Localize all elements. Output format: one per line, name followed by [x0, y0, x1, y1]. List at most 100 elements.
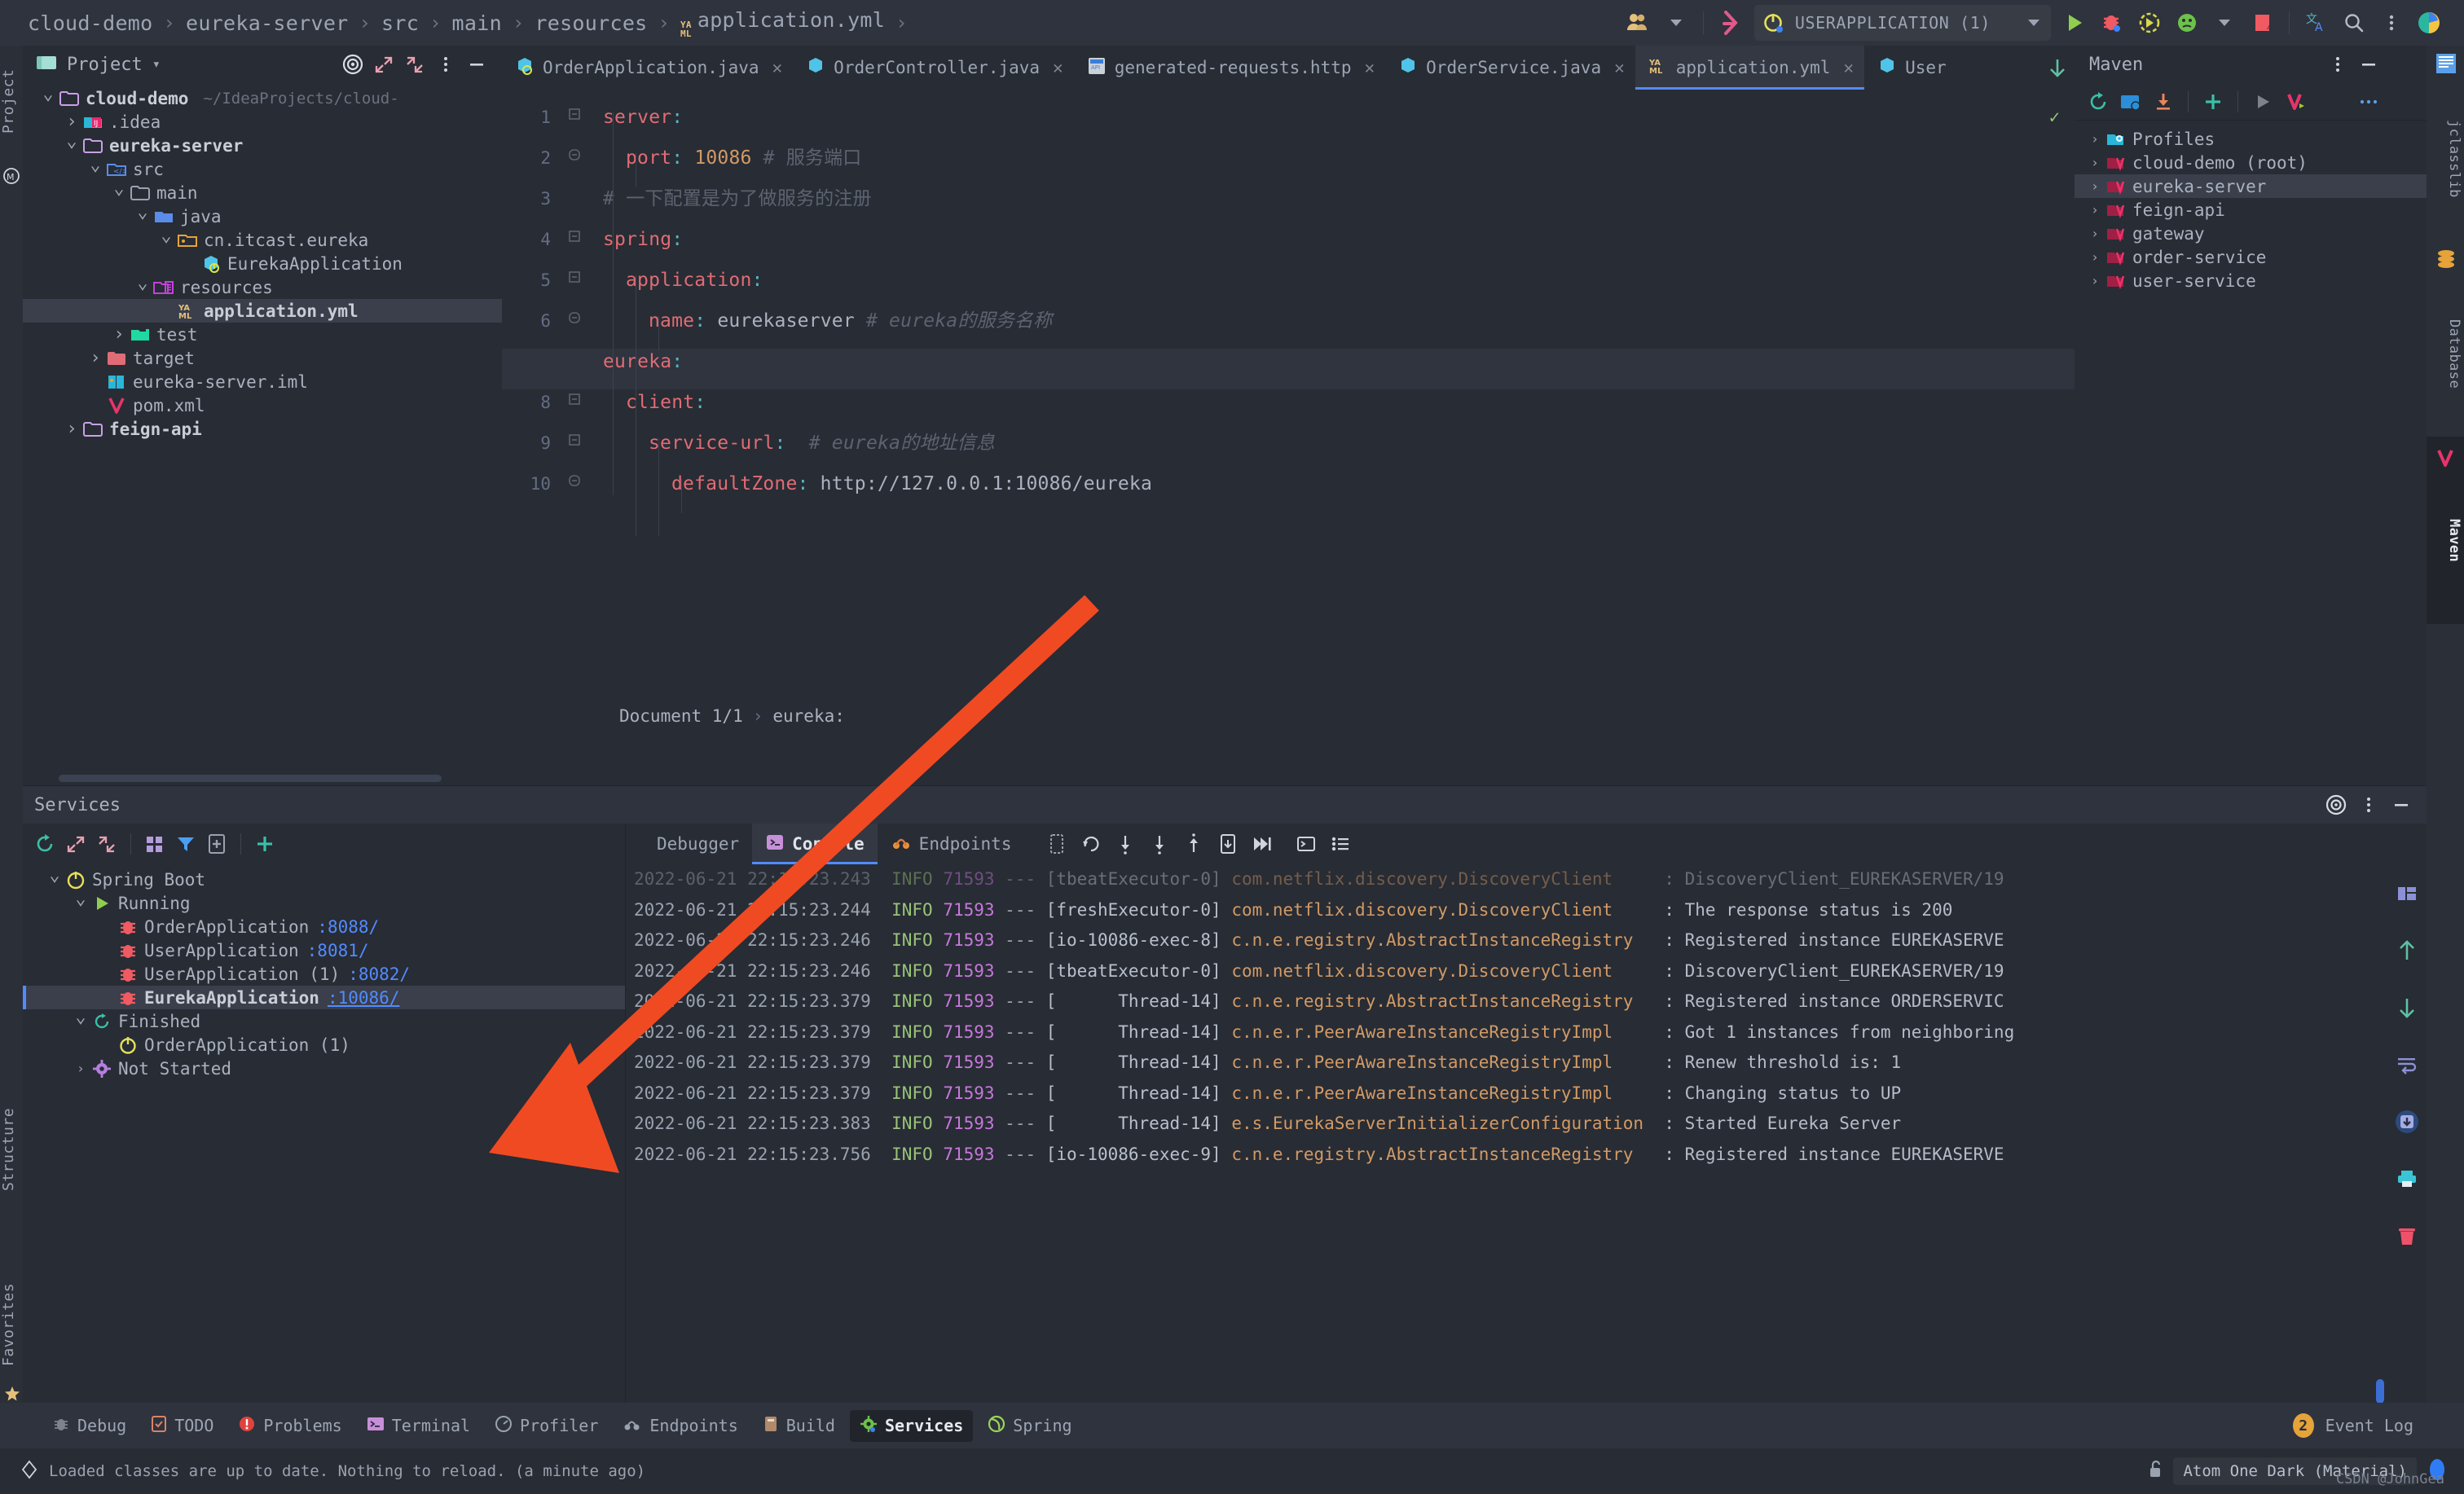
- left-strip-structure-label[interactable]: Structure: [0, 1088, 23, 1211]
- console-toggle-icon[interactable]: [1290, 828, 1322, 860]
- layout-icon[interactable]: [2391, 877, 2423, 910]
- service-port-link[interactable]: :10086/: [328, 988, 400, 1008]
- maven-tree-row-1[interactable]: › cloud-demo (root): [2075, 151, 2427, 174]
- translate-icon[interactable]: 文A: [2298, 4, 2335, 42]
- expand-icon[interactable]: [62, 830, 90, 858]
- down-arrow-icon[interactable]: [2391, 991, 2423, 1024]
- tree-twisty[interactable]: ⌄: [70, 889, 91, 909]
- scroll-to-end-icon[interactable]: [2391, 1105, 2423, 1138]
- settings-icon[interactable]: [2322, 791, 2350, 819]
- tool-window-button-build[interactable]: Build: [753, 1410, 845, 1442]
- minimize-icon[interactable]: [2355, 51, 2383, 78]
- right-strip-maven-label[interactable]: Maven: [2428, 476, 2462, 606]
- service-row-2[interactable]: OrderApplication:8088/: [23, 915, 625, 938]
- tree-twisty[interactable]: ›: [61, 419, 82, 439]
- minimize-icon[interactable]: [2387, 791, 2415, 819]
- right-strip-jclasslib-label[interactable]: jclasslib: [2428, 81, 2462, 236]
- close-icon[interactable]: ✕: [1843, 58, 1854, 77]
- tool-window-button-profiler[interactable]: Profiler: [485, 1410, 608, 1442]
- resume-icon[interactable]: [1246, 828, 1278, 860]
- close-icon[interactable]: ✕: [1365, 58, 1375, 77]
- tree-twisty[interactable]: ⌄: [132, 273, 153, 293]
- up-arrow-icon[interactable]: [2391, 934, 2423, 967]
- trash-icon[interactable]: [2391, 1219, 2423, 1252]
- fold-marker-1[interactable]: [567, 107, 582, 121]
- tree-twisty[interactable]: ›: [2084, 178, 2105, 194]
- more-icon[interactable]: [432, 51, 460, 78]
- expand-icon[interactable]: [370, 51, 398, 78]
- minimize-icon[interactable]: [463, 51, 491, 78]
- breadcrumb-item-3[interactable]: main: [452, 11, 502, 35]
- users-icon[interactable]: [1620, 4, 1657, 42]
- tool-window-button-debug[interactable]: Debug: [42, 1410, 136, 1442]
- breadcrumb-item-2[interactable]: src: [381, 11, 419, 35]
- editor-gutter[interactable]: 12345678910: [502, 90, 603, 733]
- console-vertical-scrollbar[interactable]: [2376, 1379, 2384, 1404]
- project-tree-row-9[interactable]: YA ML application.yml: [23, 299, 502, 323]
- tree-twisty[interactable]: ›: [2084, 155, 2105, 170]
- project-tree-row-4[interactable]: ⌄ main: [23, 178, 502, 204]
- close-icon[interactable]: ✕: [772, 58, 783, 77]
- step-down-icon[interactable]: [1109, 828, 1142, 860]
- more-icon[interactable]: [2373, 4, 2410, 42]
- soft-wrap-icon[interactable]: [2391, 1048, 2423, 1081]
- maven-tree-row-0[interactable]: › Profiles: [2075, 127, 2427, 151]
- service-port-link[interactable]: :8088/: [317, 917, 379, 937]
- target-icon[interactable]: [339, 51, 367, 78]
- tree-twisty[interactable]: ⌄: [37, 84, 59, 104]
- service-port-link[interactable]: :8082/: [348, 965, 410, 984]
- collapse-icon[interactable]: [401, 51, 429, 78]
- project-tree-row-13[interactable]: pom.xml: [23, 393, 502, 417]
- close-icon[interactable]: ✕: [1053, 58, 1063, 77]
- tree-twisty[interactable]: ›: [2084, 202, 2105, 218]
- project-tree-row-11[interactable]: › target: [23, 346, 502, 370]
- rerun-icon[interactable]: [31, 830, 59, 858]
- tool-window-button-services[interactable]: Services: [849, 1409, 974, 1442]
- project-tree-row-10[interactable]: › test: [23, 323, 502, 346]
- editor-tab-5[interactable]: User: [1864, 46, 1957, 90]
- run-with-coverage-icon[interactable]: [2131, 4, 2168, 42]
- tree-twisty[interactable]: ⌄: [44, 865, 65, 885]
- download-sources-icon[interactable]: [2149, 88, 2177, 116]
- chevron-down-icon[interactable]: [2206, 4, 2243, 42]
- console-tab-1[interactable]: Console: [752, 824, 878, 864]
- breadcrumb-item-1[interactable]: eureka-server: [186, 11, 349, 35]
- service-row-8[interactable]: › Not Started: [23, 1057, 625, 1080]
- service-port-link[interactable]: :8081/: [307, 941, 369, 960]
- run-icon[interactable]: [2056, 4, 2093, 42]
- tree-twisty[interactable]: ›: [2084, 131, 2105, 147]
- tree-twisty[interactable]: ›: [2084, 226, 2105, 241]
- fold-marker-9[interactable]: [567, 433, 582, 447]
- left-strip-project-label[interactable]: Project: [0, 52, 23, 150]
- git-branch-icon[interactable]: [1712, 4, 1749, 42]
- tree-twisty[interactable]: ⌄: [85, 155, 106, 175]
- maven-tree-row-4[interactable]: › gateway: [2075, 222, 2427, 245]
- console-output[interactable]: 2022-06-21 22:15:23.243 INFO 71593 --- […: [626, 864, 2387, 1397]
- project-tree-row-2[interactable]: ⌄ eureka-server: [23, 131, 502, 157]
- add-icon[interactable]: [2199, 88, 2227, 116]
- run-configuration-selector[interactable]: USERAPPLICATION (1): [1753, 5, 2051, 41]
- service-row-5[interactable]: EurekaApplication:10086/: [23, 986, 625, 1009]
- breadcrumb-item-5[interactable]: YA ML application.yml: [680, 8, 885, 38]
- step-into-icon[interactable]: [1143, 828, 1176, 860]
- maven-tree-row-3[interactable]: › feign-api: [2075, 198, 2427, 222]
- more-icon[interactable]: [2324, 51, 2352, 78]
- service-row-4[interactable]: UserApplication (1):8082/: [23, 962, 625, 986]
- fold-marker-10[interactable]: [567, 473, 582, 488]
- breadcrumb-item-4[interactable]: resources: [535, 11, 647, 35]
- maven-tree-row-6[interactable]: › user-service: [2075, 269, 2427, 292]
- stop-icon[interactable]: 4: [2243, 4, 2281, 42]
- group-icon[interactable]: [141, 830, 169, 858]
- collapse-icon[interactable]: [93, 830, 121, 858]
- print-icon[interactable]: [2391, 1162, 2423, 1195]
- debug-icon[interactable]: [2093, 4, 2131, 42]
- tree-twisty[interactable]: ⌄: [70, 1007, 91, 1027]
- fold-marker-4[interactable]: [567, 229, 582, 244]
- fold-marker-5[interactable]: [567, 270, 582, 284]
- step-out-icon[interactable]: [1177, 828, 1210, 860]
- add-maven-project-icon[interactable]: [2117, 88, 2145, 116]
- code-editor[interactable]: ✓ 12345678910 server:port: 10086 # 服务端口#…: [502, 90, 2075, 733]
- fold-marker-8[interactable]: [567, 392, 582, 406]
- tree-twisty[interactable]: ›: [70, 1061, 91, 1076]
- tree-twisty[interactable]: ›: [61, 112, 82, 132]
